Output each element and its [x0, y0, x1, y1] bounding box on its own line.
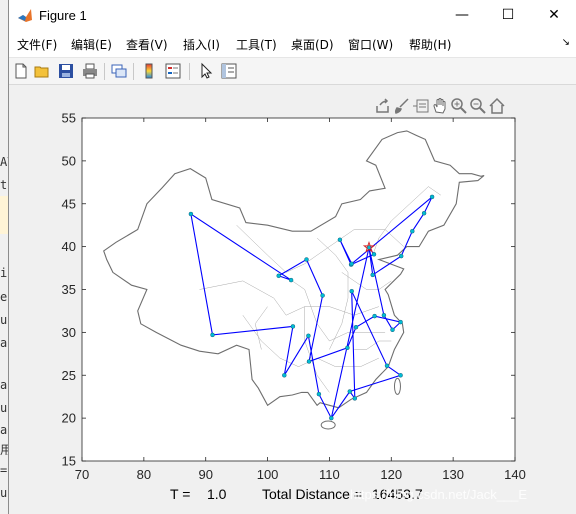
- y-tick-label: 45: [62, 196, 76, 211]
- city-marker: [381, 312, 387, 318]
- y-tick-label: 55: [62, 111, 76, 126]
- city-marker: [421, 210, 427, 216]
- watermark: https://blog.csdn.net/Jack___E: [350, 487, 527, 502]
- city-marker: [329, 415, 334, 421]
- city-marker: [345, 345, 350, 351]
- temperature-value: 1.0: [207, 486, 227, 502]
- y-tick-label: 20: [62, 411, 76, 426]
- x-tick-label: 130: [442, 467, 464, 482]
- city-marker: [288, 277, 294, 283]
- city-marker: [352, 396, 358, 401]
- city-marker: [349, 288, 354, 294]
- y-tick-label: 15: [62, 454, 76, 469]
- x-tick-label: 110: [319, 467, 340, 482]
- city-marker: [398, 373, 403, 378]
- y-tick-label: 25: [62, 368, 76, 383]
- city-marker: [276, 273, 281, 279]
- x-tick-label: 90: [198, 467, 212, 482]
- city-marker: [306, 333, 311, 339]
- city-marker: [306, 359, 312, 364]
- y-tick-label: 30: [62, 325, 76, 340]
- city-marker: [337, 237, 343, 243]
- city-marker: [210, 332, 215, 338]
- x-tick-label: 100: [257, 467, 279, 482]
- city-marker: [384, 363, 390, 369]
- city-marker: [410, 228, 415, 234]
- x-tick-label: 120: [380, 467, 402, 482]
- city-marker: [390, 327, 395, 333]
- distance-label: Total Distance =: [262, 486, 362, 502]
- route-chart: 70 80 90 100 110 120 130 140 15 20 25 30 35 40 45 50 55…: [62, 111, 528, 503]
- city-marker: [290, 324, 296, 329]
- x-tick-label: 80: [137, 467, 151, 482]
- city-marker: [398, 253, 404, 259]
- city-marker: [398, 319, 403, 325]
- city-marker: [320, 293, 325, 298]
- city-marker: [372, 313, 377, 319]
- city-marker: [349, 261, 354, 267]
- temperature-label: T =: [170, 486, 190, 502]
- city-marker: [353, 324, 359, 330]
- city-marker: [304, 257, 309, 262]
- city-marker: [282, 373, 287, 378]
- city-marker: [429, 194, 435, 200]
- city-marker: [188, 211, 194, 217]
- city-marker: [316, 391, 322, 397]
- city-marker: [371, 252, 377, 257]
- y-tick-label: 50: [62, 153, 76, 168]
- y-tick-label: 40: [62, 239, 76, 254]
- x-tick-label: 140: [504, 467, 526, 482]
- x-tick-label: 70: [75, 467, 89, 482]
- y-tick-label: 35: [62, 282, 76, 297]
- city-marker: [370, 272, 375, 278]
- city-marker: [347, 389, 353, 394]
